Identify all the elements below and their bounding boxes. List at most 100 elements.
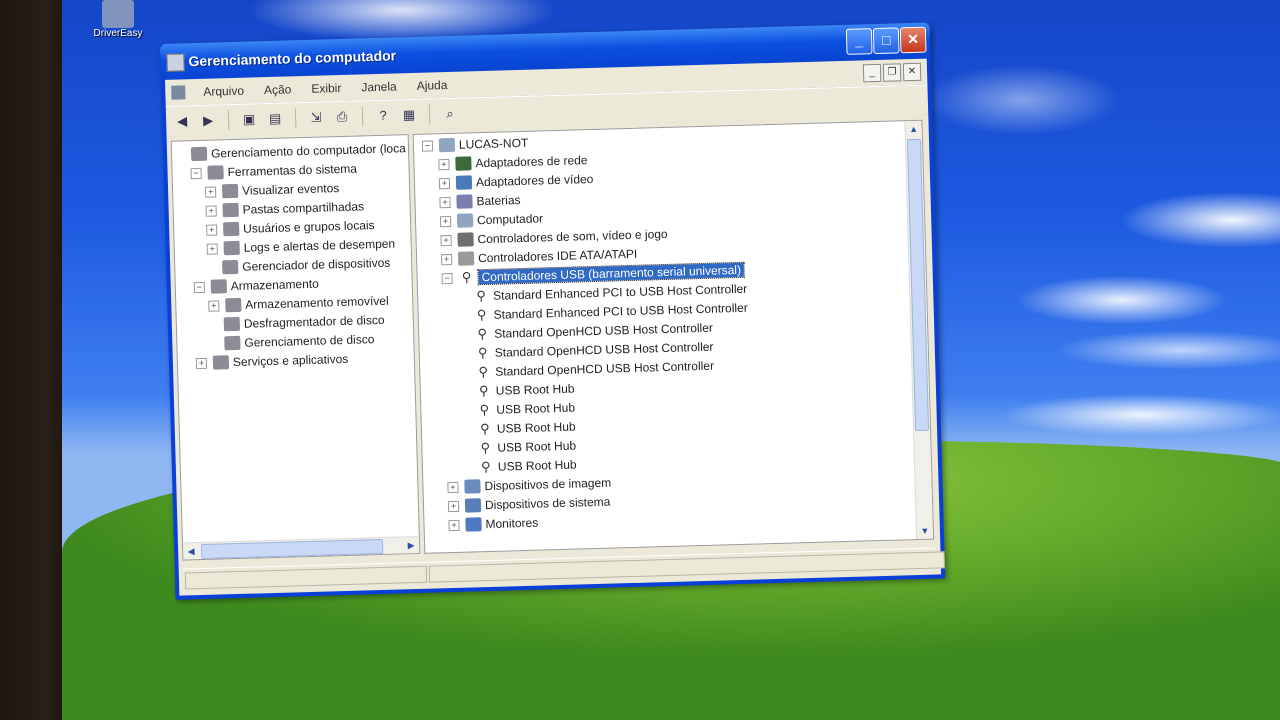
print-icon[interactable]: ⎙ bbox=[332, 107, 353, 128]
right-tree-item[interactable]: + Dispositivos de imagem bbox=[447, 476, 611, 495]
menu-exibir[interactable]: Exibir bbox=[301, 81, 351, 96]
child-close-button[interactable]: ✕ bbox=[902, 62, 922, 82]
right-tree-item[interactable]: ⚲ Standard OpenHCD USB Host Controller bbox=[460, 340, 714, 361]
menu-arquivo[interactable]: Arquivo bbox=[193, 83, 254, 99]
right-tree-item[interactable]: + Computador bbox=[439, 211, 543, 228]
right-tree-item[interactable]: ⚲ USB Root Hub bbox=[461, 382, 575, 399]
help-icon[interactable]: ? bbox=[373, 106, 394, 127]
show-hide-tree-icon[interactable]: ▤ bbox=[265, 109, 286, 130]
expand-plus-icon[interactable]: + bbox=[439, 215, 452, 227]
device-manager-pane: − LUCAS-NOT + Adaptadores de rede + Adaptador… bbox=[412, 119, 935, 554]
left-tree-item[interactable]: + Usuários e grupos locais bbox=[206, 218, 375, 237]
right-tree-item[interactable]: + Adaptadores de vídeo bbox=[438, 171, 594, 190]
expand-plus-icon[interactable]: + bbox=[438, 158, 450, 170]
minimize-button[interactable]: _ bbox=[845, 28, 873, 55]
tree-item-label: Armazenamento bbox=[230, 276, 319, 294]
computer-icon bbox=[438, 137, 456, 153]
usb-icon: ⚲ bbox=[480, 458, 491, 475]
expand-plus-icon[interactable]: + bbox=[440, 234, 452, 246]
expand-plus-icon[interactable]: + bbox=[195, 357, 208, 369]
expand-plus-icon[interactable]: + bbox=[206, 223, 218, 236]
left-tree-item[interactable]: + Logs e alertas de desempen bbox=[206, 237, 395, 256]
console-tree-pane: Gerenciamento do computador (loca − Ferram… bbox=[170, 134, 421, 561]
close-button[interactable]: ✕ bbox=[899, 26, 927, 54]
left-tree-item[interactable]: + Armazenamento removível bbox=[208, 294, 389, 313]
collapse-minus-icon[interactable]: − bbox=[421, 139, 434, 152]
expand-plus-icon[interactable]: + bbox=[206, 242, 218, 255]
expand-plus-icon[interactable]: + bbox=[205, 204, 217, 217]
right-tree-item[interactable]: ⚲ Standard Enhanced PCI to USB Host Contr… bbox=[458, 282, 747, 304]
tree-item-label: Gerenciamento de disco bbox=[244, 332, 375, 350]
left-tree-item[interactable]: − Armazenamento bbox=[193, 276, 319, 294]
right-tree-item[interactable]: + Dispositivos de sistema bbox=[447, 494, 611, 514]
right-tree-item[interactable]: ⚲ USB Root Hub bbox=[463, 458, 577, 475]
mmc-system-menu-icon[interactable] bbox=[171, 85, 186, 100]
expand-plus-icon[interactable]: + bbox=[448, 519, 460, 531]
child-minimize-button[interactable]: _ bbox=[862, 63, 882, 83]
maximize-button[interactable]: □ bbox=[872, 27, 900, 55]
right-tree-item[interactable]: ⚲ USB Root Hub bbox=[462, 439, 576, 456]
export-list-icon[interactable]: ⇲ bbox=[306, 107, 327, 128]
scroll-right-icon[interactable]: ▶ bbox=[403, 537, 419, 553]
tree-item-label: Adaptadores de vídeo bbox=[475, 171, 594, 190]
tool-icon bbox=[223, 240, 240, 256]
expand-plus-icon[interactable]: + bbox=[447, 481, 459, 493]
left-tree-item[interactable]: + Serviços e aplicativos bbox=[195, 352, 348, 370]
scroll-thumb[interactable] bbox=[906, 138, 930, 432]
right-tree-item[interactable]: + Monitores bbox=[448, 516, 538, 532]
collapse-minus-icon[interactable]: − bbox=[441, 272, 453, 284]
right-tree-item[interactable]: ⚲ USB Root Hub bbox=[462, 420, 576, 437]
menu-janela[interactable]: Janela bbox=[351, 79, 407, 95]
scan-hardware-icon[interactable]: ⌕ bbox=[440, 104, 461, 125]
left-tree-item[interactable]: Gerenciamento do computador (loca bbox=[176, 141, 406, 162]
back-arrow-icon[interactable]: ◀ bbox=[172, 111, 193, 132]
expand-plus-icon[interactable]: + bbox=[439, 196, 451, 208]
properties-icon[interactable]: ▦ bbox=[399, 105, 420, 126]
collapse-minus-icon[interactable]: − bbox=[190, 167, 202, 179]
left-tree-item[interactable]: + Pastas compartilhadas bbox=[205, 199, 364, 218]
expand-plus-icon[interactable]: + bbox=[440, 253, 453, 265]
right-tree-item[interactable]: + Controladores de som, vídeo e jogo bbox=[440, 227, 668, 247]
scroll-up-icon[interactable]: ▲ bbox=[906, 121, 920, 137]
right-tree-item[interactable]: + Adaptadores de rede bbox=[438, 153, 588, 171]
menu-ajuda[interactable]: Ajuda bbox=[407, 78, 458, 93]
left-tree-item[interactable]: Desfragmentador de disco bbox=[209, 313, 385, 332]
tree-item-label: Dispositivos de sistema bbox=[484, 494, 611, 513]
desktop-icon-drivereasy[interactable]: DriverEasy bbox=[86, 0, 150, 39]
child-restore-button[interactable]: ❐ bbox=[882, 63, 902, 82]
expand-plus-icon[interactable]: + bbox=[204, 185, 217, 198]
system-device-icon bbox=[464, 498, 482, 513]
left-tree-item[interactable]: + Visualizar eventos bbox=[204, 181, 340, 199]
left-tree-item[interactable]: Gerenciador de dispositivos bbox=[207, 256, 390, 275]
forward-arrow-icon[interactable]: ▶ bbox=[198, 110, 219, 131]
right-tree-item[interactable]: + Baterias bbox=[439, 193, 521, 209]
tree-item-label: Visualizar eventos bbox=[241, 181, 340, 198]
collapse-minus-icon[interactable]: − bbox=[193, 281, 205, 293]
right-tree-item[interactable]: + Controladores IDE ATA/ATAPI bbox=[440, 247, 637, 266]
right-tree-item[interactable]: ⚲ Standard OpenHCD USB Host Controller bbox=[460, 359, 714, 380]
right-tree-item[interactable]: ⚲ Standard OpenHCD USB Host Controller bbox=[459, 321, 713, 342]
usb-icon: ⚲ bbox=[479, 401, 490, 418]
scroll-left-icon[interactable]: ◀ bbox=[183, 543, 199, 559]
left-tree-item[interactable]: Gerenciamento de disco bbox=[209, 332, 375, 351]
right-tree-item[interactable]: ⚲ USB Root Hub bbox=[461, 401, 575, 418]
left-pane-horizontal-scrollbar[interactable]: ◀ ▶ bbox=[182, 535, 420, 560]
tool-icon bbox=[222, 259, 239, 275]
tree-item-label: Gerenciamento do computador (loca bbox=[210, 141, 406, 161]
right-tree-item[interactable]: ⚲ Standard Enhanced PCI to USB Host Contr… bbox=[459, 301, 748, 323]
expand-plus-icon[interactable]: + bbox=[447, 500, 460, 512]
tool-icon bbox=[221, 183, 239, 199]
expand-plus-icon[interactable]: + bbox=[208, 299, 220, 312]
right-tree-item[interactable]: − LUCAS-NOT bbox=[421, 136, 528, 153]
device-list-vertical-scrollbar[interactable]: ▲ ▼ bbox=[904, 120, 934, 540]
scroll-thumb[interactable] bbox=[200, 538, 384, 560]
expand-plus-icon[interactable]: + bbox=[438, 177, 451, 189]
console-client-area: Gerenciamento do computador (loca − Ferram… bbox=[166, 115, 945, 596]
scroll-down-icon[interactable]: ▼ bbox=[918, 523, 932, 539]
up-folder-icon[interactable]: ▣ bbox=[239, 109, 260, 130]
right-tree-item[interactable]: − ⚲ Controladores USB (barramento serial u… bbox=[441, 261, 746, 286]
left-tree-item[interactable]: − Ferramentas do sistema bbox=[190, 162, 357, 181]
menu-acao[interactable]: Ação bbox=[254, 82, 302, 97]
tree-item-label: Dispositivos de imagem bbox=[484, 475, 612, 494]
tree-item-label: Gerenciador de dispositivos bbox=[242, 255, 391, 274]
